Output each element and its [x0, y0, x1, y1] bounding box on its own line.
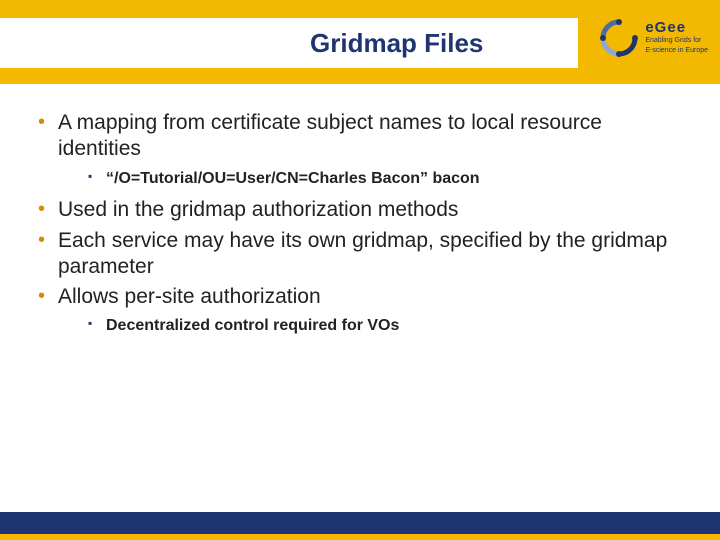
bullet-4-sub-1: Decentralized control required for VOs — [58, 316, 690, 337]
bullet-1: A mapping from certificate subject names… — [30, 110, 690, 189]
title-band: Gridmap Files — [0, 18, 578, 68]
logo-mark-icon — [599, 18, 639, 58]
slide: Gridmap Files eGee Enabling Grids for E-… — [0, 0, 720, 540]
content: A mapping from certificate subject names… — [30, 110, 690, 345]
footer-blue-bar — [0, 512, 720, 534]
bullet-1-text: A mapping from certificate subject names… — [58, 111, 602, 160]
bullet-4: Allows per-site authorization Decentrali… — [30, 284, 690, 337]
logo: eGee Enabling Grids for E-science in Eur… — [599, 18, 708, 58]
footer-yellow-bar — [0, 534, 720, 540]
page-title: Gridmap Files — [310, 28, 483, 59]
logo-tagline-1: Enabling Grids for — [645, 37, 708, 45]
logo-tagline-2: E-science in Europe — [645, 47, 708, 55]
bullet-3: Each service may have its own gridmap, s… — [30, 228, 690, 281]
logo-acronym: eGee — [645, 21, 708, 35]
footer — [0, 512, 720, 540]
bullet-1-sub-1: “/O=Tutorial/OU=User/CN=Charles Bacon” b… — [58, 169, 690, 190]
logo-text: eGee Enabling Grids for E-science in Eur… — [645, 21, 708, 55]
bullet-2: Used in the gridmap authorization method… — [30, 197, 690, 223]
bullet-4-text: Allows per-site authorization — [58, 285, 321, 308]
